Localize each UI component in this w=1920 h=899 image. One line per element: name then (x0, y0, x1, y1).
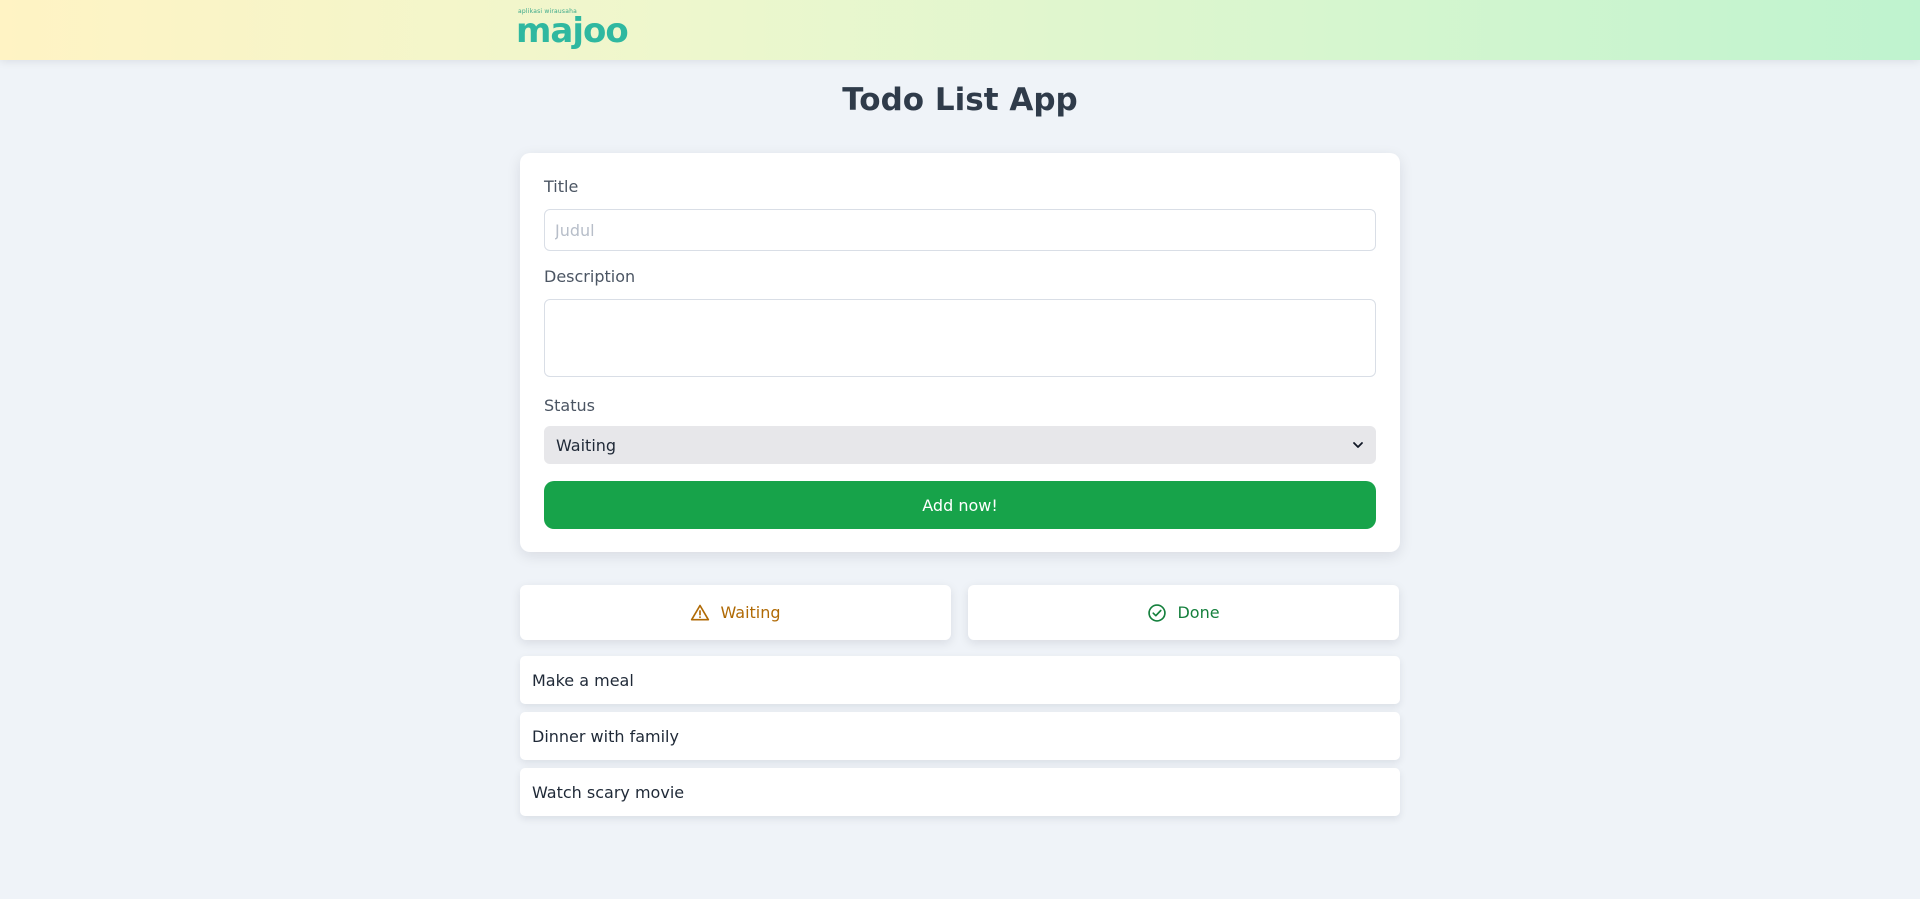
majoo-logo[interactable]: aplikasi wirausaha majoo (516, 6, 629, 52)
todo-item[interactable]: Watch scary movie (520, 768, 1400, 816)
tab-waiting[interactable]: Waiting (520, 585, 951, 640)
title-input[interactable] (544, 209, 1376, 251)
check-circle-icon (1148, 603, 1167, 622)
status-label: Status (544, 396, 595, 415)
todo-item-title: Dinner with family (532, 726, 679, 746)
warning-triangle-icon (691, 604, 710, 620)
tab-waiting-label: Waiting (720, 603, 781, 622)
status-select[interactable]: Waiting (544, 426, 1376, 464)
tab-done-label: Done (1177, 603, 1220, 622)
status-select-value: Waiting (556, 435, 617, 455)
tab-done[interactable]: Done (968, 585, 1399, 640)
add-now-button[interactable]: Add now! (544, 481, 1376, 529)
todo-item[interactable]: Make a meal (520, 656, 1400, 704)
page-title: Todo List App (842, 82, 1078, 118)
description-textarea[interactable] (544, 299, 1376, 377)
todo-item-title: Watch scary movie (532, 782, 685, 802)
description-label: Description (544, 267, 636, 286)
chevron-down-icon (1353, 442, 1363, 448)
logo-wordmark: majoo (516, 11, 629, 51)
todo-item-title: Make a meal (532, 670, 634, 690)
todo-item[interactable]: Dinner with family (520, 712, 1400, 760)
top-header-bar: aplikasi wirausaha majoo (0, 0, 1920, 60)
title-label: Title (544, 177, 579, 196)
add-todo-form: Title Description Status Waiting Add now… (520, 153, 1400, 552)
